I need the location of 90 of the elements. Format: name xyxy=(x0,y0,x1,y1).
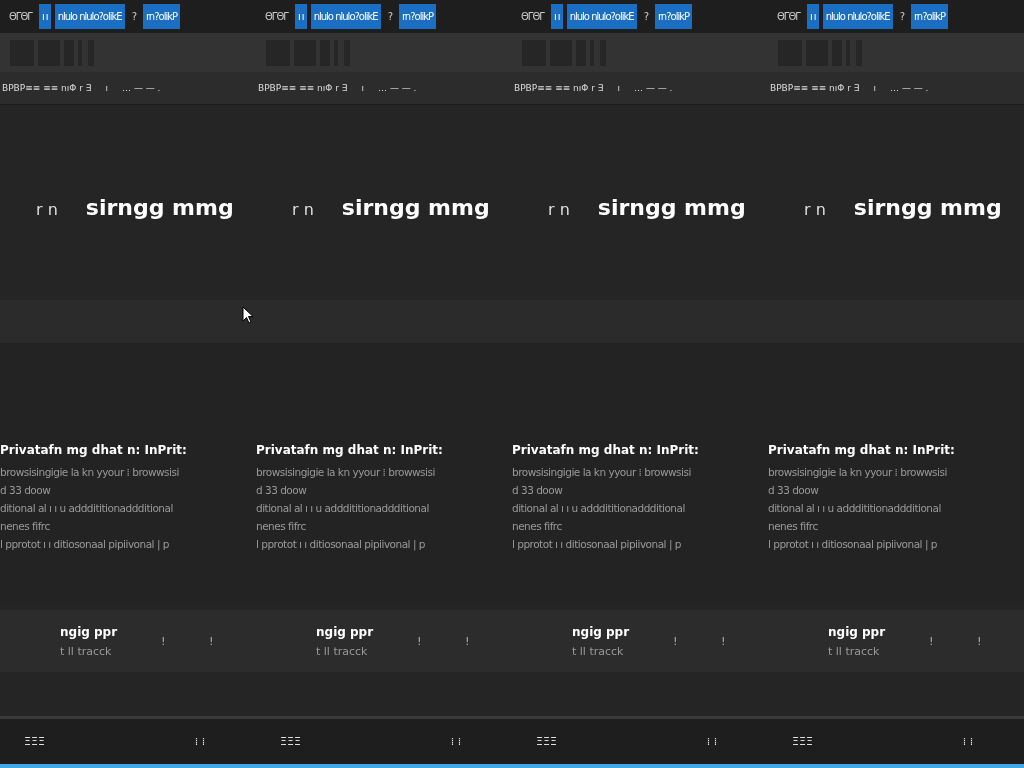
bookmark-item[interactable]: ΒΡΒΡ≡≡ ≡≡ nıΦ r ∃ xyxy=(258,83,348,93)
taskbar-item[interactable]: ⁞ ⁞ xyxy=(706,735,718,748)
bookmark-item[interactable]: … — — . xyxy=(890,83,929,93)
tab[interactable]: rn?olikP xyxy=(142,4,180,29)
tab[interactable]: nlulo nlulo?olikE xyxy=(310,4,381,29)
bookmark-item[interactable]: … — — . xyxy=(122,83,161,93)
page-heading: sirngg mmg xyxy=(597,195,746,220)
card-subtitle: t ll tracck xyxy=(572,644,625,658)
info-text: l pprotot ı ı ditiosonaal pipiivonal | p xyxy=(256,537,426,553)
card-mark: ! xyxy=(209,635,214,647)
bookmark-item[interactable]: ΒΡΒΡ≡≡ ≡≡ nıΦ r ∃ xyxy=(514,83,604,93)
heading-icon-text: r n xyxy=(292,200,314,219)
search-bar[interactable] xyxy=(0,300,256,343)
card-subtitle: t ll tracck xyxy=(828,644,881,658)
bookmark-item[interactable]: ΒΡΒΡ≡≡ ≡≡ nıΦ r ∃ xyxy=(2,83,92,93)
tab[interactable]: rn?olikP xyxy=(398,4,436,29)
card-title: ngig ppr xyxy=(316,624,374,639)
info-text: browsisingigie la kn yyour ⁞ browwsisi xyxy=(512,465,692,480)
card-title: ngig ppr xyxy=(60,624,118,639)
tab[interactable]: nlulo nlulo?olikE xyxy=(54,4,125,29)
info-text: ditional al ı ı u adddititionaddditional xyxy=(768,501,942,516)
info-text: l pprotot ı ı ditiosonaal pipiivonal | p xyxy=(768,537,938,553)
info-title: Privatafn mg dhat n: InPrit: xyxy=(256,443,444,457)
heading-icon-text: r n xyxy=(548,200,570,219)
card-subtitle: t ll tracck xyxy=(316,644,369,658)
bookmark-item[interactable]: ı xyxy=(105,83,108,93)
card-subtitle: t ll tracck xyxy=(60,644,113,658)
tab[interactable]: nlulo nlulo?olikE xyxy=(566,4,637,29)
bookmark-item[interactable]: … — — . xyxy=(634,83,673,93)
info-text: nenes fifrc xyxy=(256,519,307,534)
info-text: d 33 doow xyxy=(256,483,308,498)
bookmark-item[interactable]: ΒΡΒΡ≡≡ ≡≡ nıΦ r ∃ xyxy=(770,83,860,93)
card-mark: ! xyxy=(465,635,470,647)
info-text: ditional al ı ı u adddititionaddditional xyxy=(256,501,430,516)
tab[interactable]: ı ı xyxy=(550,4,563,29)
card-title: ngig ppr xyxy=(828,624,886,639)
bookmark-item[interactable]: ı xyxy=(873,83,876,93)
taskbar-item[interactable]: ΞΞΞ xyxy=(792,735,813,748)
taskbar-item[interactable]: ⁞ ⁞ xyxy=(450,735,462,748)
bookmark-item[interactable]: ı xyxy=(361,83,364,93)
page-heading: sirngg mmg xyxy=(853,195,1002,220)
info-text: nenes fifrc xyxy=(512,519,563,534)
heading-icon-text: r n xyxy=(804,200,826,219)
bookmark-item[interactable]: … — — . xyxy=(378,83,417,93)
card-title: ngig ppr xyxy=(572,624,630,639)
page-heading: sirngg mmg xyxy=(85,195,234,220)
tab[interactable]: ? xyxy=(896,4,907,29)
info-text: d 33 doow xyxy=(768,483,820,498)
card-mark: ! xyxy=(417,635,422,647)
info-title: Privatafn mg dhat n: InPrit: xyxy=(512,443,700,457)
card-mark: ! xyxy=(161,635,166,647)
mouse-pointer-icon xyxy=(242,306,254,324)
taskbar-item[interactable]: ⁞ ⁞ xyxy=(962,735,974,748)
info-text: l pprotot ı ı ditiosonaal pipiivonal | p xyxy=(512,537,682,553)
info-text: d 33 doow xyxy=(0,483,52,498)
taskbar-item[interactable]: ΞΞΞ xyxy=(280,735,301,748)
tab[interactable]: ? xyxy=(640,4,651,29)
info-title: Privatafn mg dhat n: InPrit: xyxy=(0,443,188,457)
card-mark: ! xyxy=(673,635,678,647)
tab[interactable]: ? xyxy=(384,4,395,29)
info-text: browsisingigie la kn yyour ⁞ browwsisi xyxy=(256,465,436,480)
tab[interactable]: ΘΓΘΓ xyxy=(518,4,547,29)
tab[interactable]: ΘΓΘΓ xyxy=(262,4,291,29)
card-mark: ! xyxy=(721,635,726,647)
tab[interactable]: rn?olikP xyxy=(654,4,692,29)
tab[interactable]: nlulo nlulo?olikE xyxy=(822,4,893,29)
info-text: nenes fifrc xyxy=(768,519,819,534)
taskbar-item[interactable]: ΞΞΞ xyxy=(24,735,45,748)
tab[interactable]: ΘΓΘΓ xyxy=(6,4,35,29)
heading-icon-text: r n xyxy=(36,200,58,219)
tab[interactable]: ı ı xyxy=(38,4,51,29)
info-text: l pprotot ı ı ditiosonaal pipiivonal | p xyxy=(0,537,170,553)
info-text: browsisingigie la kn yyour ⁞ browwsisi xyxy=(768,465,948,480)
taskbar-item[interactable]: ⁞ ⁞ xyxy=(194,735,206,748)
info-text: ditional al ı ı u adddititionaddditional xyxy=(512,501,686,516)
tab[interactable]: ı ı xyxy=(294,4,307,29)
info-text: ditional al ı ı u adddititionaddditional xyxy=(0,501,174,516)
card-mark: ! xyxy=(929,635,934,647)
bookmark-item[interactable]: ı xyxy=(617,83,620,93)
tab[interactable]: ΘΓΘΓ xyxy=(774,4,803,29)
info-text: browsisingigie la kn yyour ⁞ browwsisi xyxy=(0,465,180,480)
taskbar-item[interactable]: ΞΞΞ xyxy=(536,735,557,748)
card-mark: ! xyxy=(977,635,982,647)
tab[interactable]: ı ı xyxy=(806,4,819,29)
info-title: Privatafn mg dhat n: InPrit: xyxy=(768,443,956,457)
tab[interactable]: rn?olikP xyxy=(910,4,948,29)
info-text: nenes fifrc xyxy=(0,519,51,534)
page-heading: sirngg mmg xyxy=(341,195,490,220)
tab[interactable]: ? xyxy=(128,4,139,29)
info-text: d 33 doow xyxy=(512,483,564,498)
